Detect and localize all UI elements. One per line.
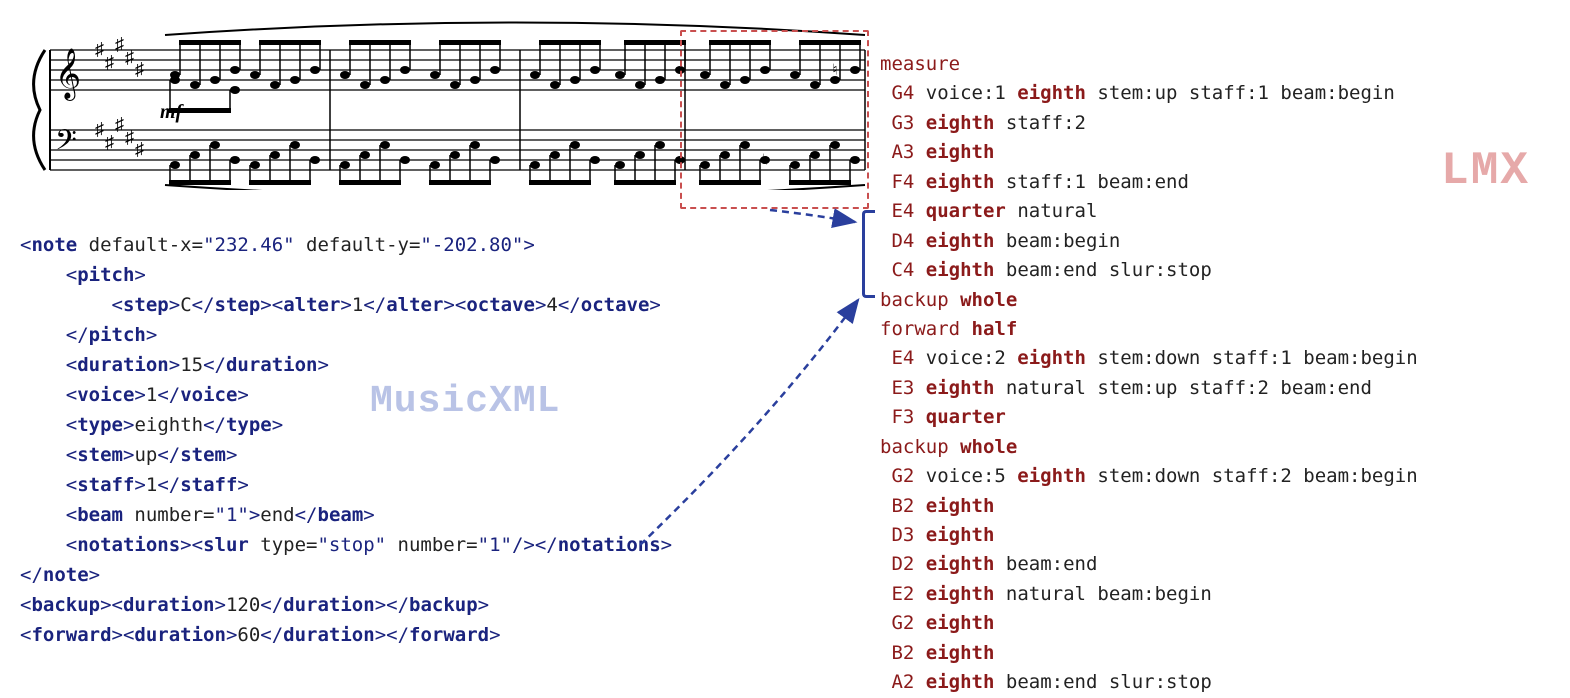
music-score: 𝄞 𝄢 ♯♯♯♯♯ ♯♯♯♯♯ mf <box>20 20 870 200</box>
svg-text:♯: ♯ <box>105 132 114 152</box>
lmx-label: LMX <box>1441 145 1530 197</box>
svg-text:♯: ♯ <box>125 127 134 147</box>
musicxml-label: MusicXML <box>370 380 560 423</box>
bracket-icon <box>862 210 875 298</box>
svg-text:♮: ♮ <box>830 60 840 79</box>
svg-text:♯: ♯ <box>115 34 124 54</box>
svg-text:♯: ♯ <box>95 119 104 139</box>
figure-container: 𝄞 𝄢 ♯♯♯♯♯ ♯♯♯♯♯ mf <box>20 20 1550 698</box>
svg-text:♯: ♯ <box>95 39 104 59</box>
svg-text:♯: ♯ <box>105 52 114 72</box>
svg-text:♯: ♯ <box>115 114 124 134</box>
musicxml-code: <note default-x="232.46" default-y="-202… <box>20 230 850 650</box>
svg-text:𝄞: 𝄞 <box>55 49 81 101</box>
score-svg: 𝄞 𝄢 ♯♯♯♯♯ ♯♯♯♯♯ mf <box>20 20 870 190</box>
svg-text:♯: ♯ <box>135 59 144 79</box>
svg-text:♯: ♯ <box>125 47 134 67</box>
svg-text:♯: ♯ <box>135 139 144 159</box>
right-column: measure G4 voice:1 eighth stem:up staff:… <box>880 20 1540 698</box>
svg-text:♮: ♮ <box>760 150 770 169</box>
svg-text:𝄢: 𝄢 <box>55 126 77 163</box>
left-column: 𝄞 𝄢 ♯♯♯♯♯ ♯♯♯♯♯ mf <box>20 20 850 698</box>
